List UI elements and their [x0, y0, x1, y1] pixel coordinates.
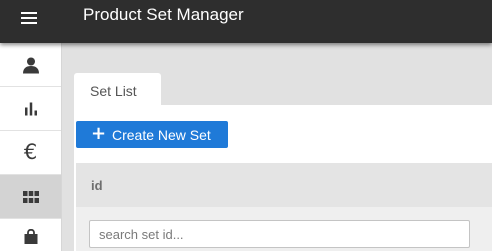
search-set-id-input[interactable]	[89, 220, 470, 248]
plus-icon: +	[91, 123, 107, 144]
hamburger-menu-icon	[21, 12, 37, 14]
app-title: Product Set Manager	[83, 5, 244, 24]
sidebar-item-account[interactable]	[0, 43, 61, 87]
bar-chart-icon	[24, 102, 37, 115]
shopping-bag-icon	[24, 229, 37, 244]
user-icon	[22, 57, 39, 73]
create-new-set-button[interactable]: + Create New Set	[76, 121, 228, 148]
sidebar-item-shop[interactable]	[0, 219, 61, 251]
create-new-set-label: Create New Set	[112, 127, 211, 143]
grid-icon	[22, 190, 39, 203]
euro-icon: €	[23, 140, 38, 164]
table-filter-row	[76, 207, 492, 251]
sidebar-item-product-sets[interactable]	[0, 175, 61, 219]
sidebar-item-stats[interactable]	[0, 87, 61, 131]
tab-set-list[interactable]: Set List	[74, 73, 161, 105]
table-header: id	[76, 163, 492, 207]
top-app-bar: Product Set Manager	[0, 0, 492, 43]
sidebar: €	[0, 43, 62, 251]
column-header-id[interactable]: id	[91, 178, 103, 193]
hamburger-menu-button[interactable]	[10, 4, 46, 40]
sidebar-item-pricing[interactable]: €	[0, 131, 61, 175]
